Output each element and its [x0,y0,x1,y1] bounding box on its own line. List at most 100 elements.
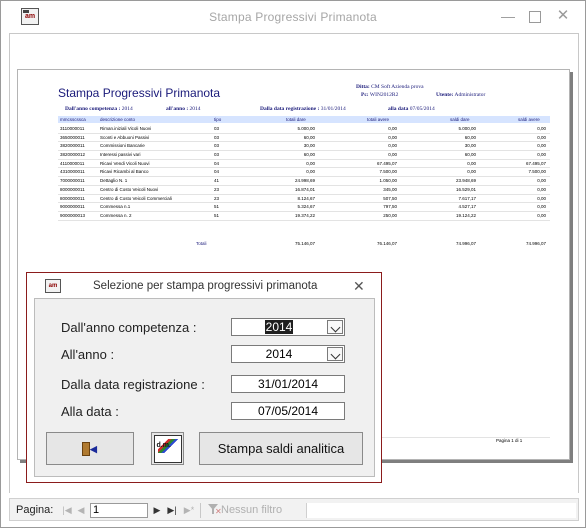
all-anno-combo[interactable]: 2014 [231,345,345,363]
cell-codice: 3820000012 [60,152,86,158]
record-navigation-bar: Pagina: |◀ ◀ 1 ▶ ▶| ▶* ✕ Nessun filtro [9,498,579,521]
cell-saldi-dare: 23.948,69 [455,178,476,184]
dialog-app-icon: am [45,279,61,293]
param-anno-competenza-value: 2014 [121,106,133,112]
col-header-saldi-dare: saldi dare [450,117,470,122]
table-row: 9000000011 Commessa n.1 51 5.324,67 797,50 4.… [58,203,550,212]
filter-icon: ✕ [208,504,222,516]
table-row: 8000000011 Centro di Costo Veicoli Commer… [58,195,550,204]
alla-data-field[interactable]: 07/05/2014 [231,402,345,420]
print-preview-button[interactable]: d.m. [151,432,184,465]
table-row: 3820000011 Commissioni Bancarie 03 30,00 0,0… [58,142,550,152]
cell-descrizione: Dettaglio N. 1 [100,178,128,184]
cell-tipo: 04 [214,160,220,166]
cell-totali-avere: 250,00 [383,212,397,218]
cell-saldi-dare: 7.617,17 [458,195,476,201]
next-page-icon[interactable]: ▶ [150,503,164,517]
cell-tipo: 23 [214,195,220,201]
param-anno-label: all'anno : [166,106,189,112]
cell-totali-dare: 24.998,69 [294,178,315,184]
stampa-saldi-analitica-button[interactable]: Stampa saldi analitica [199,432,363,465]
cell-saldi-dare: 60,00 [464,134,476,140]
cell-codice: 7000000011 [60,178,85,184]
cell-saldi-avere: 0,00 [537,143,546,149]
cell-tipo: 04 [214,169,220,175]
filter-status[interactable]: ✕ Nessun filtro [208,504,282,516]
anno-competenza-combo[interactable]: 2014 [231,318,345,336]
cell-saldi-dare: 60,00 [464,152,476,158]
cell-totali-avere: 7.500,00 [379,169,397,175]
last-page-icon[interactable]: ▶| [165,503,179,517]
cell-saldi-dare: 0,00 [467,169,476,175]
param-alla-data-value: 07/05/2014 [409,106,435,112]
first-page-icon[interactable]: |◀ [60,503,74,517]
cell-totali-avere: 345,00 [383,186,397,192]
chevron-down-icon[interactable] [327,320,343,334]
cell-totali-avere: 0,00 [388,134,397,140]
table-row: 9000000013 Commessa n. 2 51 19.374,22 250,00… [58,212,550,221]
cell-tipo: 03 [214,134,220,140]
report-utente: Utente: Administrator [436,92,485,98]
cell-tipo: 41 [214,178,220,184]
table-row: 3820000012 Interessi passivi vari 03 60,00 0… [58,151,550,160]
cell-tipo: 23 [214,186,220,192]
minimize-button[interactable]: — [499,7,517,25]
col-header-saldi-avere: saldi avere [518,117,540,122]
cell-descrizione: Ricavi Ricambi al Banco [100,169,149,175]
data-registrazione-field[interactable]: 31/01/2014 [231,375,345,393]
cell-saldi-avere: 0,00 [537,152,546,158]
report-table-body: 3110000011 Riman.iniziali Vicoli Nuovi 03 5… [58,125,550,221]
cell-saldi-dare: 5.000,00 [458,126,476,131]
param-data-registrazione: Dalla data registrazione : 31/01/2014 [260,106,346,112]
param-anno-competenza: Dall'anno competenza : 2014 [65,106,133,112]
cell-saldi-avere: 7.500,00 [528,169,546,175]
cell-saldi-dare: 19.124,22 [455,212,476,218]
maximize-button[interactable] [525,7,543,25]
report-title: Stampa Progressivi Primanota [58,86,221,100]
page-number-input[interactable]: 1 [90,503,148,518]
all-anno-label: All'anno : [61,347,115,362]
app-window: am Stampa Progressivi Primanota — ✕ Stam… [0,0,586,528]
print-icon-text: d.m. [156,441,171,449]
exit-button[interactable]: ◀ [46,432,134,465]
anno-competenza-value-wrap: 2014 [232,319,326,335]
cell-totali-avere: 0,00 [388,152,397,158]
cell-descrizione: Commessa n. 2 [100,212,132,218]
new-record-icon[interactable]: ▶* [182,503,196,517]
ditta-value: CM Soft Azienda prova [371,84,424,90]
filter-status-label: Nessun filtro [221,504,283,516]
cell-saldi-avere: 0,00 [537,126,546,131]
dialog-titlebar: am Selezione per stampa progressivi prim… [27,273,381,298]
cell-saldi-dare: 16.529,01 [455,186,476,192]
cell-codice: 3110000011 [60,126,85,131]
cell-totali-dare: 16.874,01 [294,186,315,192]
cell-tipo: 03 [214,152,220,158]
close-button[interactable]: ✕ [554,7,572,25]
cell-codice: 3650000011 [60,134,85,140]
dialog-close-button[interactable]: ✕ [353,278,365,295]
cell-codice: 4110000011 [60,160,85,166]
ditta-label: Ditta: [356,84,370,90]
cell-tipo: 51 [214,204,220,210]
cell-codice: 4310000011 [60,169,85,175]
previous-page-icon[interactable]: ◀ [74,503,88,517]
horizontal-scrollbar[interactable] [306,503,576,518]
nav-page-label: Pagina: [16,504,54,516]
cell-saldi-avere: 0,00 [537,178,546,184]
table-row: 8000000011 Centro di Costo Veicoli Nuovi 2… [58,186,550,195]
cell-tipo: 03 [214,126,220,131]
anno-competenza-label: Dall'anno competenza : [61,320,197,335]
cell-descrizione: Interessi passivi vari [100,152,141,158]
param-anno-value: 2014 [189,106,201,112]
chevron-down-icon[interactable] [327,347,343,361]
cell-totali-avere: 797,50 [383,204,397,210]
cell-codice: 9000000011 [60,204,85,210]
cell-codice: 9000000013 [60,212,86,218]
cell-totali-dare: 30,00 [303,143,315,149]
report-page-number: Pagina 1 di 1 [496,438,523,443]
cell-totali-dare: 5.000,00 [297,126,315,131]
cell-totali-dare: 0,00 [306,169,315,175]
param-data-registrazione-label: Dalla data registrazione : [260,106,320,112]
cell-totali-avere: 0,00 [388,126,397,131]
col-header-totali-dare: totali dare [286,117,306,122]
